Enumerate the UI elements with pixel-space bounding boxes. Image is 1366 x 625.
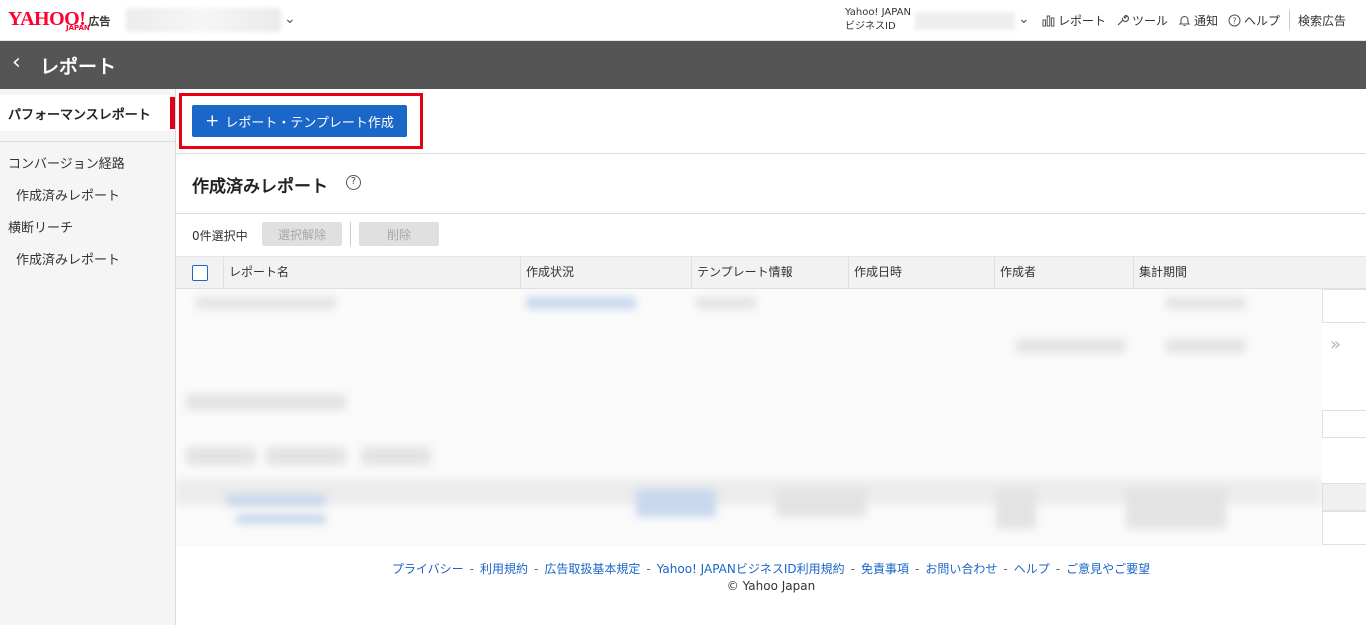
help-question-icon[interactable]: ? xyxy=(346,175,361,190)
sidebar-item-performance-report[interactable]: パフォーマンスレポート xyxy=(0,95,170,131)
bizid-line1: Yahoo! JAPAN xyxy=(845,7,911,18)
business-id-value-blurred[interactable] xyxy=(915,12,1015,30)
chevron-down-icon[interactable]: ⌄ xyxy=(1018,11,1030,27)
question-circle-icon: ? xyxy=(1228,14,1241,27)
column-period[interactable]: 集計期間 xyxy=(1133,257,1366,288)
column-template-info[interactable]: テンプレート情報 xyxy=(691,257,848,288)
delete-button[interactable]: 削除 xyxy=(359,222,439,246)
footer-link-bizid-terms[interactable]: Yahoo! JAPANビジネスID利用規約 xyxy=(657,562,845,576)
column-creator[interactable]: 作成者 xyxy=(994,257,1133,288)
footer-link-terms[interactable]: 利用規約 xyxy=(480,562,528,576)
page-titlebar: ‹ レポート xyxy=(0,41,1366,89)
yahoo-ad-logo[interactable]: YAHOO! JAPAN 広告 xyxy=(8,9,111,32)
footer-link-feedback[interactable]: ご意見やご要望 xyxy=(1066,562,1150,576)
nav-tool-label: ツール xyxy=(1132,14,1169,28)
nav-notify-label: 通知 xyxy=(1194,14,1219,28)
table-header: レポート名 作成状況 テンプレート情報 作成日時 作成者 集計期間 xyxy=(176,256,1366,289)
double-chevron-right-icon[interactable]: » xyxy=(1330,334,1341,355)
blurred-content xyxy=(176,289,1322,547)
sidebar-item-conversion-path[interactable]: コンバージョン経路 xyxy=(8,153,125,172)
nav-report-label: レポート xyxy=(1058,14,1107,28)
business-id-label: Yahoo! JAPAN ビジネスID xyxy=(845,6,911,34)
logo-japan-text: JAPAN xyxy=(66,24,90,32)
logo-ad-text: 広告 xyxy=(88,15,111,28)
unselect-button[interactable]: 選択解除 xyxy=(262,222,342,246)
footer-link-contact[interactable]: お問い合わせ xyxy=(925,562,997,576)
nav-help-label: ヘルプ xyxy=(1244,14,1281,28)
select-all-checkbox[interactable] xyxy=(192,265,208,281)
button-divider xyxy=(350,222,351,246)
svg-text:?: ? xyxy=(1232,17,1236,26)
footer-link-privacy[interactable]: プライバシー xyxy=(392,562,464,576)
wrench-icon xyxy=(1117,14,1129,26)
sidebar-item-cross-reach[interactable]: 横断リーチ xyxy=(8,217,73,236)
column-created-date[interactable]: 作成日時 xyxy=(848,257,994,288)
footer-link-help[interactable]: ヘルプ xyxy=(1014,562,1050,576)
column-status[interactable]: 作成状況 xyxy=(520,257,691,288)
back-chevron-icon[interactable]: ‹ xyxy=(12,52,21,74)
copyright: © Yahoo Japan xyxy=(726,579,816,593)
nav-search-ad[interactable]: 検索広告 xyxy=(1298,12,1346,29)
sidebar-item-created-reports-2[interactable]: 作成済みレポート xyxy=(16,249,120,268)
footer-links: プライバシー - 利用規約 - 広告取扱基本規定 - Yahoo! JAPANビジネスID利… xyxy=(391,562,1151,576)
nav-report[interactable]: レポート xyxy=(1042,12,1106,29)
nav-tool[interactable]: ツール xyxy=(1116,12,1168,29)
bell-icon xyxy=(1178,15,1191,27)
account-selector-blurred[interactable] xyxy=(126,8,281,32)
bar-chart-icon xyxy=(1042,15,1055,26)
pagination-edge xyxy=(1322,289,1366,547)
selection-count: 0件選択中 xyxy=(192,229,248,243)
chevron-down-icon[interactable]: ⌄ xyxy=(284,11,296,27)
divider xyxy=(176,153,1366,154)
create-report-template-button[interactable]: + レポート・テンプレート作成 xyxy=(192,105,407,137)
nav-help[interactable]: ? ヘルプ xyxy=(1228,12,1280,29)
sidebar-item-created-reports[interactable]: 作成済みレポート xyxy=(16,185,120,204)
nav-divider xyxy=(1289,10,1290,30)
section-title: 作成済みレポート xyxy=(192,177,328,197)
create-button-label: レポート・テンプレート作成 xyxy=(225,115,394,131)
page-title: レポート xyxy=(40,56,117,78)
divider xyxy=(176,213,1366,214)
sidebar: パフォーマンスレポート コンバージョン経路 作成済みレポート 横断リーチ 作成済… xyxy=(0,89,176,625)
plus-icon: + xyxy=(205,110,220,131)
bizid-line2: ビジネスID xyxy=(845,21,896,32)
nav-notify[interactable]: 通知 xyxy=(1178,12,1218,29)
sidebar-divider xyxy=(0,141,175,142)
active-indicator xyxy=(170,97,175,129)
footer-link-disclaimer[interactable]: 免責事項 xyxy=(861,562,909,576)
column-report-name[interactable]: レポート名 xyxy=(223,257,520,288)
footer-link-ad-rules[interactable]: 広告取扱基本規定 xyxy=(544,562,640,576)
top-header: YAHOO! JAPAN 広告 ⌄ Yahoo! JAPAN ビジネスID ⌄ … xyxy=(0,0,1366,41)
